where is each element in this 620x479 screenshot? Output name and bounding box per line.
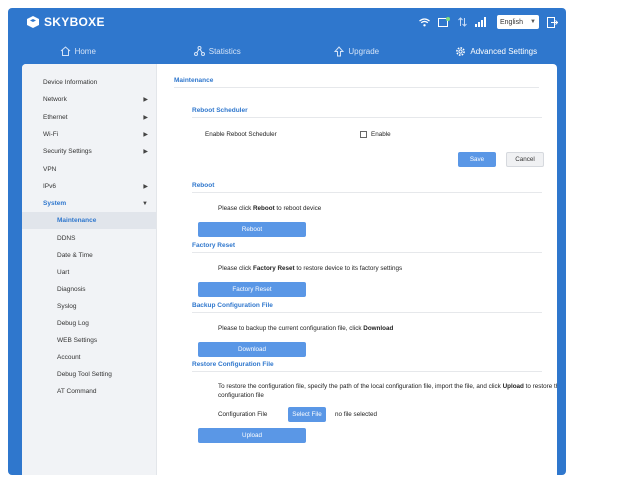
sidebar-subitem-uart[interactable]: Uart — [22, 264, 156, 281]
sidebar: Device Information Network ▶ Ethernet ▶ Wi… — [22, 64, 157, 475]
home-icon — [60, 46, 70, 56]
sidebar-subitem-web-settings[interactable]: WEB Settings — [22, 332, 156, 349]
sidebar-item-wifi[interactable]: Wi-Fi ▶ — [22, 126, 156, 143]
chevron-down-icon: ▼ — [142, 200, 148, 207]
select-file-button[interactable]: Select File — [288, 407, 326, 422]
header-bar: SKYBOXE English ▼ — [8, 8, 566, 38]
sidebar-item-device-information[interactable]: Device Information — [22, 74, 156, 91]
sidebar-item-ethernet[interactable]: Ethernet ▶ — [22, 109, 156, 126]
configuration-file-label: Configuration File — [218, 411, 268, 418]
enable-checkbox-group[interactable]: Enable — [360, 130, 391, 139]
nav-advanced-settings-label: Advanced Settings — [470, 46, 538, 56]
sidebar-item-label: Device Information — [43, 79, 98, 87]
sidebar-subitem-ddns[interactable]: DDNS — [22, 229, 156, 246]
nav-home-label: Home — [74, 46, 96, 56]
section-title-reboot: Reboot — [192, 182, 215, 189]
section-title-reboot-scheduler: Reboot Scheduler — [192, 107, 248, 114]
sidebar-subitem-maintenance[interactable]: Maintenance — [22, 212, 156, 230]
section-divider — [192, 371, 542, 372]
reboot-scheduler-label: Enable Reboot Scheduler — [205, 131, 277, 138]
content-panel: Device Information Network ▶ Ethernet ▶ Wi… — [22, 64, 557, 475]
gear-icon — [456, 46, 466, 56]
reboot-button[interactable]: Reboot — [198, 222, 306, 237]
chevron-down-icon: ▼ — [530, 19, 536, 25]
cancel-button[interactable]: Cancel — [506, 152, 544, 167]
factory-reset-instructions: Please click Factory Reset to restore de… — [218, 265, 403, 272]
app-frame: SKYBOXE English ▼ Home Statistics Upgrad… — [8, 8, 566, 475]
sidebar-item-label: Ethernet — [43, 113, 68, 121]
chevron-right-icon: ▶ — [143, 97, 148, 104]
main-content: Maintenance Reboot Scheduler Enable Rebo… — [157, 64, 557, 475]
restore-instructions: To restore the configuration file, speci… — [218, 383, 557, 399]
reboot-instructions: Please click Reboot to reboot device — [218, 205, 322, 212]
sim-card-icon — [438, 17, 450, 27]
title-divider — [174, 87, 539, 88]
section-divider — [192, 312, 542, 313]
sidebar-subitem-syslog[interactable]: Syslog — [22, 298, 156, 315]
chevron-right-icon: ▶ — [143, 183, 148, 190]
sidebar-item-label: Security Settings — [43, 148, 92, 156]
logout-icon[interactable] — [547, 16, 558, 28]
sidebar-subitem-debug-log[interactable]: Debug Log — [22, 315, 156, 332]
nav-upgrade-label: Upgrade — [348, 46, 380, 56]
sidebar-item-system[interactable]: System ▼ — [22, 195, 156, 212]
upload-button[interactable]: Upload — [198, 428, 306, 443]
sidebar-subitem-date-time[interactable]: Date & Time — [22, 247, 156, 264]
signal-strength-icon — [475, 17, 487, 27]
sidebar-subitem-account[interactable]: Account — [22, 349, 156, 366]
cube-logo-icon — [27, 16, 39, 28]
chevron-right-icon: ▶ — [143, 149, 148, 156]
sidebar-subitem-at-command[interactable]: AT Command — [22, 383, 156, 400]
chevron-right-icon: ▶ — [143, 114, 148, 121]
sidebar-item-vpn[interactable]: VPN — [22, 160, 156, 177]
nav-statistics-label: Statistics — [208, 46, 241, 56]
upgrade-icon — [334, 45, 345, 56]
language-select[interactable]: English ▼ — [497, 15, 539, 29]
file-status: no file selected — [335, 411, 378, 418]
sidebar-item-ipv6[interactable]: IPv6 ▶ — [22, 178, 156, 195]
nav-upgrade[interactable]: Upgrade — [287, 38, 427, 64]
enable-checkbox-label: Enable — [371, 131, 391, 138]
sidebar-item-security-settings[interactable]: Security Settings ▶ — [22, 143, 156, 160]
section-divider — [192, 192, 542, 193]
sidebar-item-label: IPv6 — [43, 182, 57, 190]
sidebar-subitem-diagnosis[interactable]: Diagnosis — [22, 281, 156, 298]
sidebar-item-label: System — [43, 200, 67, 208]
language-value: English — [500, 18, 523, 26]
backup-instructions: Please to backup the current configurati… — [218, 325, 394, 332]
section-title-backup: Backup Configuration File — [192, 302, 273, 309]
sidebar-item-label: Wi-Fi — [43, 131, 59, 139]
nav-home[interactable]: Home — [8, 38, 148, 64]
nav-advanced-settings[interactable]: Advanced Settings — [427, 38, 567, 64]
data-transfer-icon — [458, 17, 467, 27]
sidebar-subitem-debug-tool-setting[interactable]: Debug Tool Setting — [22, 366, 156, 383]
section-title-factory-reset: Factory Reset — [192, 242, 235, 249]
sidebar-item-network[interactable]: Network ▶ — [22, 91, 156, 108]
sidebar-item-label: VPN — [43, 165, 57, 173]
nav-statistics[interactable]: Statistics — [148, 38, 288, 64]
statistics-icon — [193, 46, 205, 56]
section-divider — [192, 252, 542, 253]
brand-name: SKYBOXE — [44, 15, 105, 29]
section-title-restore: Restore Configuration File — [192, 361, 274, 368]
enable-checkbox[interactable] — [360, 130, 367, 138]
wifi-icon — [419, 17, 430, 27]
factory-reset-button[interactable]: Factory Reset — [198, 282, 306, 297]
main-nav: Home Statistics Upgrade Advanced Setting… — [8, 38, 566, 64]
download-button[interactable]: Download — [198, 342, 306, 357]
page-title: Maintenance — [174, 77, 214, 84]
chevron-right-icon: ▶ — [143, 132, 148, 139]
status-area: English ▼ — [411, 15, 558, 29]
save-button[interactable]: Save — [458, 152, 496, 167]
sidebar-item-label: Network — [43, 96, 67, 104]
brand-logo: SKYBOXE — [26, 15, 105, 29]
section-divider — [192, 117, 542, 118]
